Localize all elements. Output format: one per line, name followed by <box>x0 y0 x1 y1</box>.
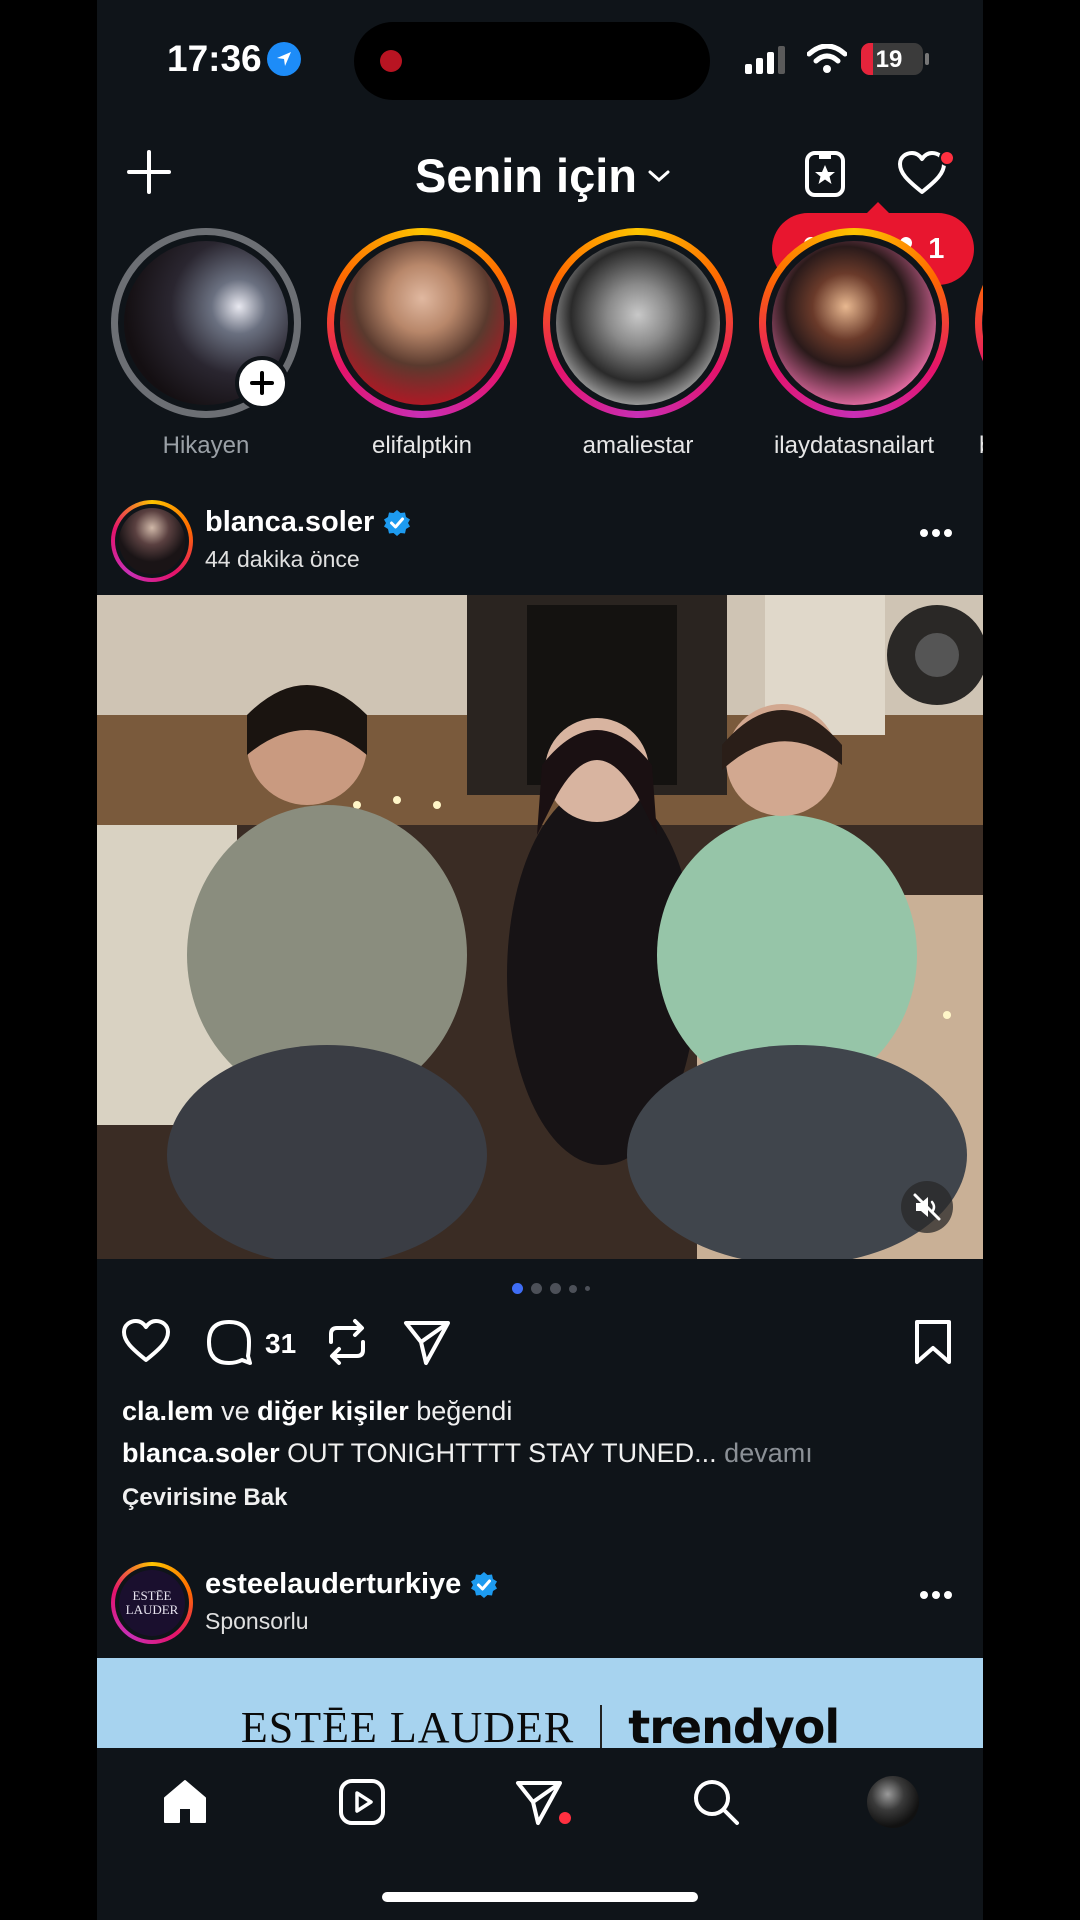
post-user: esteelauderturkiye <box>205 1568 498 1601</box>
instagram-app: 17:36 19 Senin için 1 Hikayen elifalptki… <box>97 0 983 1920</box>
ad-divider <box>600 1705 603 1748</box>
wifi-icon <box>807 44 847 73</box>
nav-direct[interactable] <box>509 1772 569 1832</box>
speaker-muted-icon <box>913 1193 941 1221</box>
add-story-button[interactable] <box>235 356 289 410</box>
liked-by-connector: ve <box>221 1396 250 1426</box>
plus-icon[interactable] <box>127 150 171 194</box>
sponsored-label: Sponsorlu <box>205 1608 309 1634</box>
avatar-brand-line-1: ESTĒE <box>132 1588 172 1603</box>
liked-by-others[interactable]: diğer kişiler <box>257 1396 409 1426</box>
comment-icon[interactable] <box>205 1318 253 1366</box>
caption-more-link[interactable]: devamı <box>724 1438 813 1468</box>
cellular-signal-icon <box>745 46 785 74</box>
carousel-dot <box>569 1284 577 1293</box>
story-ring <box>327 228 517 418</box>
story-ring <box>543 228 733 418</box>
caption-text: OUT TONIGHTTTT STAY TUNED... <box>287 1438 717 1468</box>
feed-title: Senin için <box>415 149 637 202</box>
share-send-icon[interactable] <box>402 1318 452 1366</box>
recording-indicator <box>380 50 402 72</box>
home-icon <box>164 1780 206 1823</box>
like-heart-icon[interactable] <box>121 1318 171 1364</box>
plus-icon <box>250 371 274 395</box>
post-photo-image <box>97 595 983 1259</box>
post-user: blanca.soler <box>205 506 411 539</box>
location-arrow-icon <box>267 42 301 76</box>
carousel-dot <box>512 1283 523 1294</box>
post-header: blanca.soler 44 dakika önce <box>97 500 983 590</box>
bottom-navigation <box>97 1748 983 1920</box>
story-avatar <box>772 241 936 405</box>
post-avatar[interactable]: ESTĒE LAUDER <box>111 1562 193 1644</box>
dynamic-island <box>354 22 710 100</box>
sponsored-media[interactable]: ESTĒE LAUDER trendyol <box>97 1658 983 1748</box>
post-time: 44 dakika önce <box>205 546 360 572</box>
liked-by-suffix: beğendi <box>416 1396 513 1426</box>
post-avatar[interactable] <box>111 500 193 582</box>
feed-selector[interactable]: Senin için <box>415 148 671 203</box>
repost-icon[interactable] <box>325 1318 369 1366</box>
nav-profile[interactable] <box>863 1772 923 1832</box>
nav-search[interactable] <box>686 1772 746 1832</box>
direct-notification-dot <box>559 1812 571 1824</box>
verified-badge-icon <box>471 1571 498 1598</box>
post-username[interactable]: blanca.soler <box>205 506 374 539</box>
carousel-dot <box>531 1283 542 1294</box>
nav-home[interactable] <box>155 1772 215 1832</box>
carousel-indicator <box>512 1283 590 1294</box>
caption-username[interactable]: blanca.soler <box>122 1438 280 1468</box>
avatar-brand-line-2: LAUDER <box>125 1602 179 1617</box>
carousel-dot <box>585 1286 590 1291</box>
story-ring <box>975 228 983 418</box>
home-indicator <box>382 1892 698 1902</box>
comment-count[interactable]: 31 <box>265 1328 296 1360</box>
battery-indicator: 19 <box>861 43 923 75</box>
battery-cap <box>925 53 929 65</box>
story-name: ilaydatasnailart <box>773 432 935 459</box>
ad-brand-estee-lauder: ESTĒE LAUDER <box>240 1702 575 1749</box>
chevron-down-icon <box>648 170 670 182</box>
story-ring <box>759 228 949 418</box>
avatar <box>119 508 185 574</box>
post-media[interactable] <box>97 595 983 1259</box>
status-time: 17:36 <box>167 38 262 79</box>
post-username[interactable]: esteelauderturkiye <box>205 1568 461 1601</box>
favorites-star-icon[interactable] <box>804 150 846 198</box>
status-bar: 17:36 19 <box>97 0 983 120</box>
direct-icon <box>516 1781 562 1825</box>
reels-icon <box>339 1779 385 1825</box>
verified-badge-icon <box>384 509 411 536</box>
story-name: amaliestar <box>582 432 694 459</box>
more-options-icon[interactable] <box>919 528 953 538</box>
story-name: elifalptkin <box>371 432 473 459</box>
story-name: Hikayen <box>162 432 250 459</box>
nav-reels[interactable] <box>332 1772 392 1832</box>
post-actions: 31 <box>97 1318 983 1374</box>
bookmark-icon[interactable] <box>913 1318 953 1366</box>
post-caption: blanca.soler OUT TONIGHTTTT STAY TUNED..… <box>122 1438 813 1469</box>
story-avatar <box>340 241 504 405</box>
likes-summary[interactable]: cla.lem ve diğer kişiler beğendi <box>122 1396 512 1427</box>
stories-tray: Hikayen elifalptkin amaliestar ilaydatas… <box>97 228 983 468</box>
search-icon <box>694 1780 739 1825</box>
battery-percent: 19 <box>875 46 903 73</box>
notification-dot <box>939 150 955 166</box>
more-options-icon[interactable] <box>919 1590 953 1600</box>
story-name: b <box>979 432 983 460</box>
liked-by-user[interactable]: cla.lem <box>122 1396 214 1426</box>
sponsored-post-header: ESTĒE LAUDER esteelauderturkiye Sponsorl… <box>97 1562 983 1652</box>
carousel-dot <box>550 1283 561 1294</box>
avatar: ESTĒE LAUDER <box>119 1570 185 1636</box>
ad-brand-lockup: ESTĒE LAUDER trendyol <box>97 1700 983 1748</box>
see-translation-link[interactable]: Çevirisine Bak <box>122 1484 287 1512</box>
ad-brand-trendyol: trendyol <box>628 1700 840 1748</box>
story-avatar <box>556 241 720 405</box>
profile-avatar <box>867 1776 919 1828</box>
mute-toggle-button[interactable] <box>901 1181 953 1233</box>
